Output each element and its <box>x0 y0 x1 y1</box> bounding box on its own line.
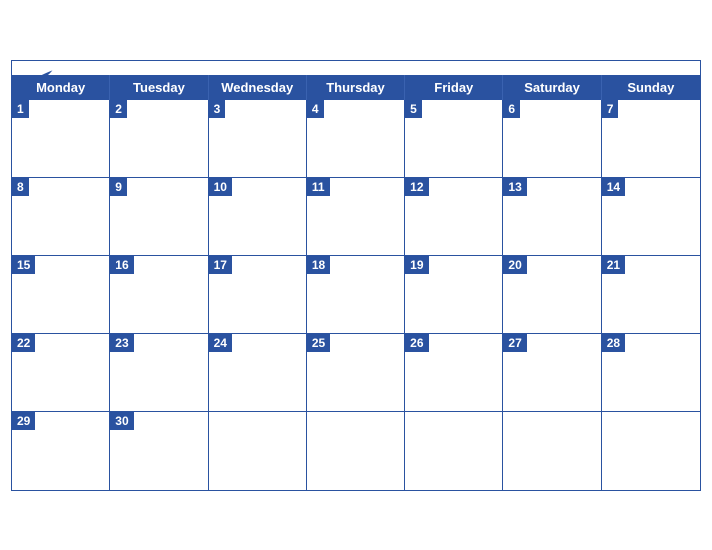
calendar-grid: 1234567891011121314151617181920212223242… <box>12 100 700 490</box>
day-number: 30 <box>110 412 133 430</box>
day-header-wednesday: Wednesday <box>209 75 307 100</box>
day-cell: 26 <box>405 334 503 412</box>
day-headers: MondayTuesdayWednesdayThursdayFridaySatu… <box>12 75 700 100</box>
day-number: 28 <box>602 334 625 352</box>
day-cell: 13 <box>503 178 601 256</box>
day-cell: 30 <box>110 412 208 490</box>
day-cell <box>307 412 405 490</box>
day-number: 15 <box>12 256 35 274</box>
day-number: 29 <box>12 412 35 430</box>
calendar: MondayTuesdayWednesdayThursdayFridaySatu… <box>11 60 701 491</box>
day-header-saturday: Saturday <box>503 75 601 100</box>
day-cell: 3 <box>209 100 307 178</box>
day-header-friday: Friday <box>405 75 503 100</box>
day-number: 2 <box>110 100 127 118</box>
day-cell: 29 <box>12 412 110 490</box>
day-cell: 11 <box>307 178 405 256</box>
day-cell: 15 <box>12 256 110 334</box>
day-cell: 12 <box>405 178 503 256</box>
day-number: 26 <box>405 334 428 352</box>
day-cell: 5 <box>405 100 503 178</box>
day-cell: 9 <box>110 178 208 256</box>
day-cell: 27 <box>503 334 601 412</box>
day-number: 6 <box>503 100 520 118</box>
day-cell: 28 <box>602 334 700 412</box>
day-header-sunday: Sunday <box>602 75 700 100</box>
day-number: 8 <box>12 178 29 196</box>
logo-icon <box>26 69 54 87</box>
day-header-tuesday: Tuesday <box>110 75 208 100</box>
logo-area <box>26 69 54 87</box>
day-number: 11 <box>307 178 330 196</box>
day-cell: 1 <box>12 100 110 178</box>
day-number: 27 <box>503 334 526 352</box>
day-number: 23 <box>110 334 133 352</box>
day-cell <box>209 412 307 490</box>
day-cell: 24 <box>209 334 307 412</box>
day-cell <box>405 412 503 490</box>
day-header-thursday: Thursday <box>307 75 405 100</box>
day-number: 4 <box>307 100 324 118</box>
day-cell: 25 <box>307 334 405 412</box>
day-number: 20 <box>503 256 526 274</box>
day-cell: 19 <box>405 256 503 334</box>
day-number: 17 <box>209 256 232 274</box>
day-number: 19 <box>405 256 428 274</box>
day-cell: 10 <box>209 178 307 256</box>
day-cell: 16 <box>110 256 208 334</box>
day-number: 25 <box>307 334 330 352</box>
day-number: 18 <box>307 256 330 274</box>
calendar-header <box>12 61 700 75</box>
day-cell: 21 <box>602 256 700 334</box>
day-number: 5 <box>405 100 422 118</box>
day-cell: 4 <box>307 100 405 178</box>
day-number: 13 <box>503 178 526 196</box>
day-cell: 20 <box>503 256 601 334</box>
day-number: 21 <box>602 256 625 274</box>
day-number: 22 <box>12 334 35 352</box>
day-number: 3 <box>209 100 226 118</box>
day-cell <box>602 412 700 490</box>
day-number: 16 <box>110 256 133 274</box>
day-cell: 14 <box>602 178 700 256</box>
day-number: 7 <box>602 100 619 118</box>
day-number: 10 <box>209 178 232 196</box>
day-cell: 7 <box>602 100 700 178</box>
day-number: 9 <box>110 178 127 196</box>
day-cell: 2 <box>110 100 208 178</box>
day-number: 14 <box>602 178 625 196</box>
day-cell: 23 <box>110 334 208 412</box>
day-cell <box>503 412 601 490</box>
day-cell: 17 <box>209 256 307 334</box>
day-number: 24 <box>209 334 232 352</box>
day-cell: 6 <box>503 100 601 178</box>
day-number: 1 <box>12 100 29 118</box>
day-cell: 18 <box>307 256 405 334</box>
day-cell: 22 <box>12 334 110 412</box>
day-number: 12 <box>405 178 428 196</box>
day-cell: 8 <box>12 178 110 256</box>
